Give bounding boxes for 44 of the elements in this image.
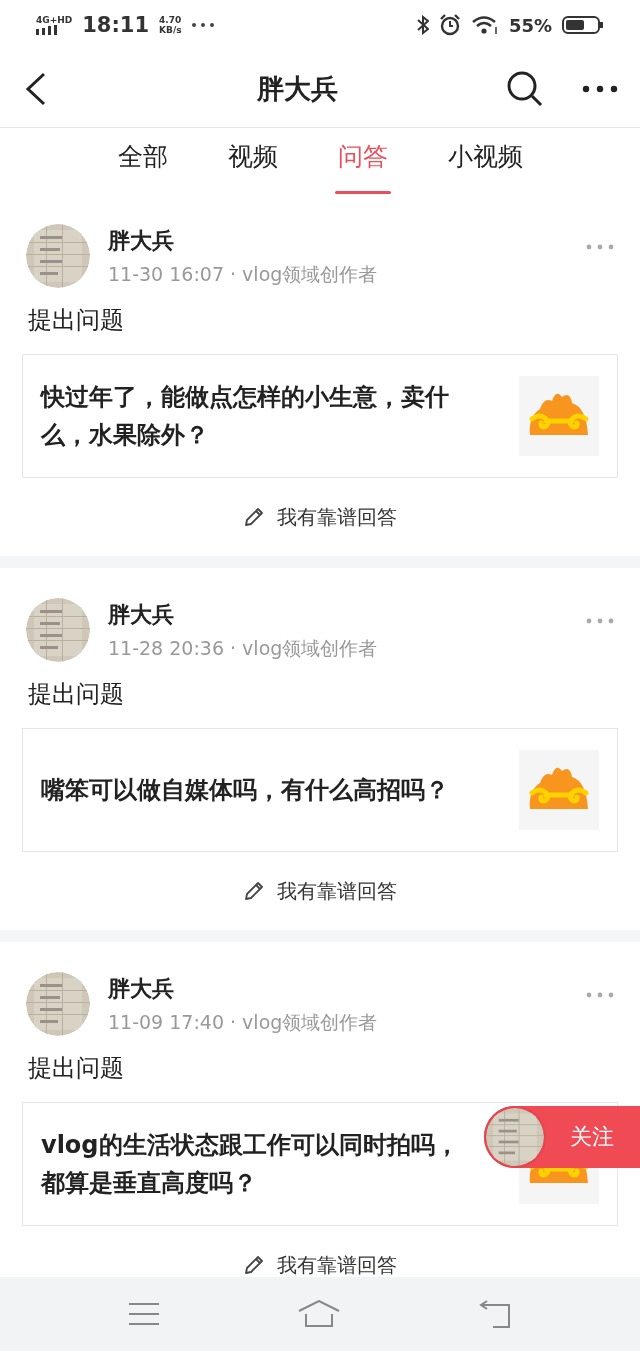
answer-link[interactable]: 我有靠谱回答 xyxy=(277,1251,397,1279)
alarm-icon xyxy=(438,14,461,36)
menu-icon[interactable] xyxy=(129,1302,160,1326)
more-icon[interactable] xyxy=(582,84,618,93)
back-icon[interactable] xyxy=(24,70,48,107)
question-title: 嘴笨可以做自媒体吗，有什么高招吗？ xyxy=(41,775,450,806)
question-card[interactable]: 快过年了，能做点怎样的小生意，卖什么，水果除外？ xyxy=(22,354,618,478)
network-label: 4G+HD xyxy=(36,15,73,25)
back-nav-icon[interactable] xyxy=(478,1300,511,1328)
answer-link[interactable]: 我有靠谱回答 xyxy=(277,877,397,905)
post-meta: 11-28 20:36 · vlog领域创作者 xyxy=(108,636,379,661)
author-name[interactable]: 胖大兵 xyxy=(108,226,568,256)
tab[interactable]: 全部 xyxy=(117,128,168,194)
question-title: vlog的生活状态跟工作可以同时拍吗，都算是垂直高度吗？ xyxy=(41,1130,460,1199)
speed-value: 4.70 xyxy=(159,15,182,25)
pencil-icon xyxy=(243,1254,265,1276)
search-icon[interactable] xyxy=(506,69,544,108)
question-title: 快过年了，能做点怎样的小生意，卖什么，水果除外？ xyxy=(41,382,450,451)
speed-unit: KB/s xyxy=(159,25,182,35)
post-meta: 11-30 16:07 · vlog领域创作者 xyxy=(108,262,379,287)
author-name[interactable]: 胖大兵 xyxy=(108,974,568,1004)
wifi-icon xyxy=(470,15,499,35)
clock-time: 18:11 xyxy=(82,13,150,37)
answer-link[interactable]: 我有靠谱回答 xyxy=(277,503,397,531)
tab-indicator xyxy=(334,191,391,194)
more-icon xyxy=(191,23,214,27)
question-card[interactable]: 嘴笨可以做自媒体吗，有什么高招吗？ xyxy=(22,728,618,852)
post-action: 提出问题 xyxy=(28,679,125,710)
page-title: 胖大兵 xyxy=(255,71,339,106)
battery-icon xyxy=(562,15,604,35)
post-action: 提出问题 xyxy=(28,1053,125,1084)
tab[interactable]: 问答 xyxy=(337,128,388,194)
pencil-icon xyxy=(243,880,265,902)
signal-icon xyxy=(36,25,60,35)
home-icon[interactable] xyxy=(298,1300,340,1328)
tab[interactable]: 视频 xyxy=(227,128,278,194)
post-meta: 11-09 17:40 · vlog领域创作者 xyxy=(108,1010,379,1035)
pencil-icon xyxy=(243,506,265,528)
author-name[interactable]: 胖大兵 xyxy=(108,600,568,630)
post-action: 提出问题 xyxy=(28,305,125,336)
battery-percent: 55% xyxy=(508,14,552,36)
tab[interactable]: 小视频 xyxy=(447,128,523,194)
follow-button[interactable]: 关注 xyxy=(484,1106,640,1168)
bluetooth-icon xyxy=(416,15,429,35)
